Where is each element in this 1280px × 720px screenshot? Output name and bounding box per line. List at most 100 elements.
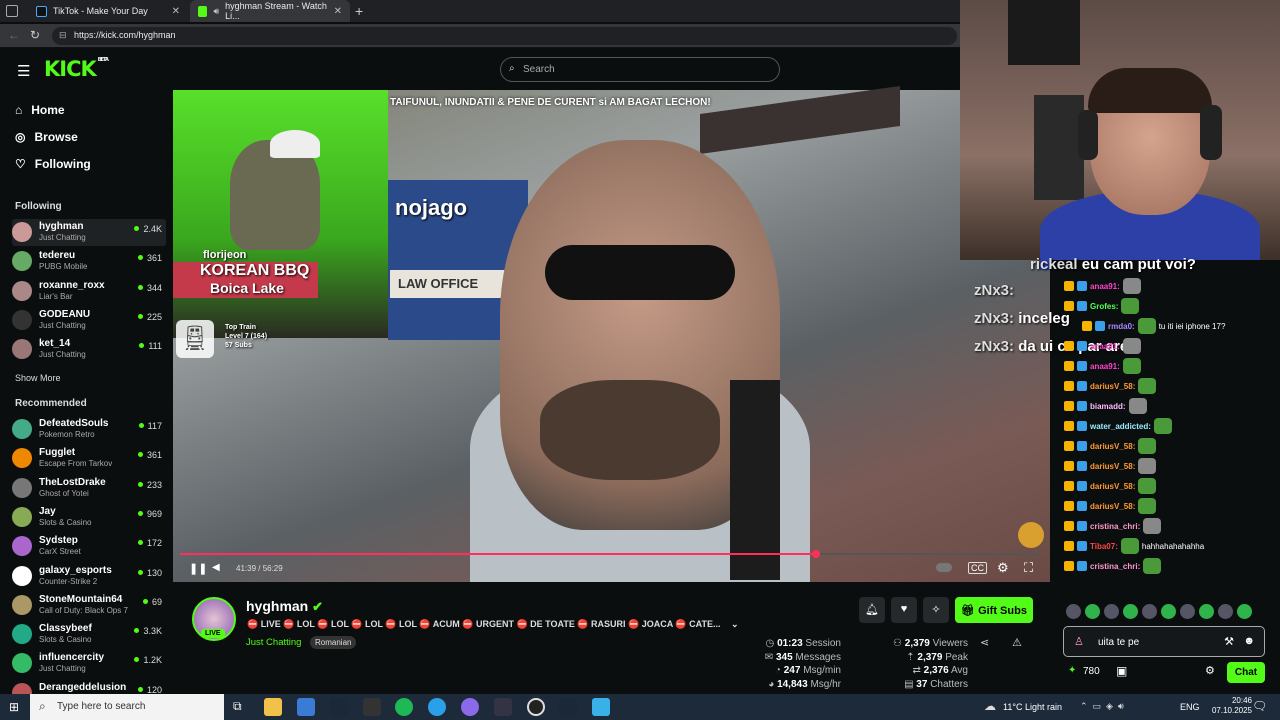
emote-icon[interactable] (1218, 604, 1233, 619)
site-info-icon[interactable]: ⊟ (59, 30, 67, 41)
taskbar-search-input[interactable]: ⌕ Type here to search (30, 694, 224, 720)
emote-icon[interactable]: ☻ (1243, 635, 1255, 647)
weather-text[interactable]: 11°C Light rain (1003, 702, 1062, 712)
sidebar-channel-tedereu[interactable]: tedereu PUBG Mobile 361 (12, 248, 166, 275)
emote-icon[interactable] (1104, 604, 1119, 619)
chat-send-button[interactable]: Chat (1227, 662, 1265, 683)
channel-points[interactable]: 780 (1083, 666, 1100, 677)
sidebar-channel-TheLostDrake[interactable]: TheLostDrake Ghost of Yotei 233 (12, 475, 166, 502)
reload-icon[interactable]: ↻ (30, 28, 40, 42)
nav-following[interactable]: ♡ Following (15, 157, 91, 171)
sidebar-channel-ket_14[interactable]: ket_14 Just Chatting 111 (12, 336, 166, 363)
chat-input[interactable]: ♙ uita te pe ⚒︎ ☻ (1063, 626, 1265, 657)
epic-games-icon[interactable] (363, 698, 381, 716)
chat-username[interactable]: biamadd: (1090, 402, 1126, 411)
chat-username[interactable]: anaa91: (1090, 282, 1120, 291)
new-tab-button[interactable]: + (355, 3, 363, 19)
chat-username[interactable]: dariusV_58: (1090, 482, 1135, 491)
emote-icon[interactable] (1142, 604, 1157, 619)
app-icon[interactable] (461, 698, 479, 716)
chat-username[interactable]: cristina_chri: (1090, 522, 1140, 531)
clock[interactable]: 20:46 07.10.2025 (1212, 696, 1252, 716)
menu-icon[interactable]: ☰ (17, 62, 30, 80)
nav-browse[interactable]: ◎ Browse (15, 130, 78, 144)
app-icon-2[interactable] (494, 698, 512, 716)
points-icon[interactable]: ✦ (1068, 665, 1076, 676)
sidebar-channel-galaxy_esports[interactable]: galaxy_esports Counter-Strike 2 130 (12, 563, 166, 590)
close-icon[interactable]: ✕ (172, 6, 180, 17)
speaker-icon[interactable]: 🔊︎ (213, 6, 219, 17)
url-input[interactable]: ⊟ https://kick.com/hyghman (52, 27, 957, 45)
chat-username[interactable]: cristina_chri: (1090, 562, 1140, 571)
pause-icon[interactable]: ❚❚ (189, 562, 207, 575)
weather-icon[interactable]: ☁︎ (984, 699, 996, 713)
emote-icon[interactable] (1085, 604, 1100, 619)
tab-actions-icon[interactable] (6, 5, 18, 17)
sidebar-channel-Sydstep[interactable]: Sydstep CarX Street 172 (12, 533, 166, 560)
windows-start-icon[interactable]: ⊞ (9, 700, 19, 714)
sidebar-channel-Fugglet[interactable]: Fugglet Escape From Tarkov 361 (12, 445, 166, 472)
emote-icon[interactable] (1199, 604, 1214, 619)
steam-icon[interactable] (330, 698, 348, 716)
chat-username[interactable]: Tiba07: (1090, 542, 1118, 551)
settings-icon[interactable]: ⚙︎ (997, 560, 1009, 576)
share-icon[interactable]: ⋖ (980, 636, 989, 649)
emote-icon[interactable] (1161, 604, 1176, 619)
chevron-down-icon[interactable]: ⌄ (731, 619, 739, 629)
chat-username[interactable]: Grofes: (1090, 302, 1118, 311)
chat-username[interactable]: rmda0: (1108, 322, 1135, 331)
nav-home[interactable]: ⌂ Home (15, 103, 65, 117)
task-view-icon[interactable]: ⧉ (233, 699, 242, 714)
emote-icon[interactable] (1066, 604, 1081, 619)
sidebar-channel-Jay[interactable]: Jay Slots & Casino 969 (12, 504, 166, 531)
emote-icon[interactable] (1180, 604, 1195, 619)
edge-icon[interactable] (428, 698, 446, 716)
close-icon[interactable]: ✕ (334, 6, 342, 17)
chat-settings-icon[interactable]: ⚙︎ (1205, 664, 1215, 677)
tray-icons[interactable]: ⌃▭◈🔊︎ (1080, 701, 1129, 712)
emote-icon[interactable] (1123, 604, 1138, 619)
clip-button[interactable]: ✧ (923, 597, 949, 623)
store-icon[interactable] (297, 698, 315, 716)
obs-icon[interactable] (527, 698, 545, 716)
file-explorer-icon[interactable] (264, 698, 282, 716)
streamer-name[interactable]: hyghman ✔︎ (246, 598, 323, 615)
fullscreen-icon[interactable]: ⛶ (1024, 560, 1033, 576)
gift-subs-button[interactable]: 🎁︎ Gift Subs (955, 597, 1033, 623)
kick-logo[interactable]: KICK BETA (44, 57, 109, 81)
report-icon[interactable]: ⚠︎ (1012, 636, 1022, 649)
follow-button[interactable]: ♥ (891, 597, 917, 623)
steam-icon-2[interactable] (559, 698, 577, 716)
show-more-link[interactable]: Show More (15, 373, 61, 383)
sidebar-channel-influencercity[interactable]: influencercity Just Chatting 1.2K (12, 650, 166, 677)
emote-icon[interactable] (1237, 604, 1252, 619)
theater-toggle[interactable] (936, 563, 952, 572)
sidebar-channel-StoneMountain64[interactable]: StoneMountain64 Call of Duty: Black Ops 7… (12, 592, 166, 619)
notify-bell-button[interactable]: 🔔︎ (859, 597, 885, 623)
sidebar-channel-hyghman[interactable]: hyghman Just Chatting 2.4K (12, 219, 166, 246)
sidebar-channel-roxanne_roxx[interactable]: roxanne_roxx Liar's Bar 344 (12, 278, 166, 305)
volume-icon[interactable]: ◀︎ (212, 562, 220, 573)
captions-icon[interactable]: CC (968, 562, 987, 574)
tab-kick[interactable]: 🔊︎ hyghman Stream - Watch Li... ✕ (190, 0, 350, 22)
chat-username[interactable]: anaa91: (1090, 362, 1120, 371)
chat-username[interactable]: anaa91: (1090, 342, 1120, 351)
tab-tiktok[interactable]: TikTok - Make Your Day ✕ (28, 0, 188, 22)
stream-category-link[interactable]: Just Chatting (246, 637, 301, 648)
back-icon[interactable]: ← (8, 28, 20, 42)
commands-icon[interactable]: ⚒︎ (1224, 635, 1234, 648)
gift-icon[interactable]: ▣ (1116, 664, 1127, 678)
language-indicator[interactable]: ENG (1180, 702, 1200, 712)
spotify-icon[interactable] (395, 698, 413, 716)
app-icon-3[interactable] (592, 698, 610, 716)
chat-username[interactable]: dariusV_58: (1090, 442, 1135, 451)
sidebar-channel-GODEANU[interactable]: GODEANU Just Chatting 225 (12, 307, 166, 334)
chat-username[interactable]: dariusV_58: (1090, 382, 1135, 391)
chat-username[interactable]: dariusV_58: (1090, 462, 1135, 471)
sidebar-channel-Classybeef[interactable]: Classybeef Slots & Casino 3.3K (12, 621, 166, 648)
search-input[interactable]: ⌕ Search (500, 57, 780, 82)
language-tag[interactable]: Romanian (310, 636, 357, 649)
sidebar-channel-DefeatedSouls[interactable]: DefeatedSouls Pokemon Retro 117 (12, 416, 166, 443)
notifications-icon[interactable]: 🗨︎ (1252, 699, 1267, 713)
chat-username[interactable]: water_addicted: (1090, 422, 1151, 431)
